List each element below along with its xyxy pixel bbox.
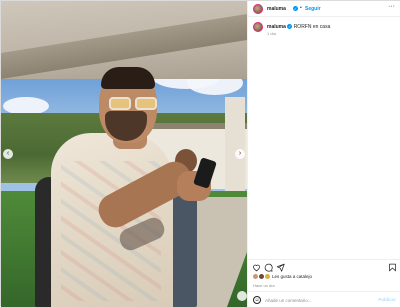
chevron-left-icon[interactable]: ‹: [3, 149, 13, 159]
comment-input[interactable]: [265, 296, 375, 304]
caption-timestamp: 1 día: [267, 31, 276, 36]
emoji-icon[interactable]: ☺: [253, 296, 261, 304]
post-timestamp: Hace un día: [253, 283, 275, 288]
caption-avatar[interactable]: [253, 22, 263, 32]
post-actions: [248, 259, 400, 273]
photo-subject-hair: [101, 67, 155, 89]
header-username[interactable]: maluma: [267, 6, 286, 12]
caption-text: RORFN en casa: [293, 24, 331, 30]
post-photo[interactable]: ‹ ›: [1, 1, 247, 307]
post-header: maluma ✓ • Seguir ···: [248, 1, 400, 17]
tag-users-icon[interactable]: [237, 291, 247, 301]
more-horizontal-icon[interactable]: ···: [388, 3, 395, 10]
photo-pillar: [225, 97, 245, 193]
follow-button[interactable]: Seguir: [305, 6, 321, 12]
comment-icon[interactable]: [264, 263, 273, 272]
caption: maluma ✓ RORFN en casa: [267, 24, 330, 30]
photo-subject-sunglasses: [109, 97, 165, 111]
comment-bar: ☺ Publicar: [248, 291, 400, 307]
post-side-panel: maluma ✓ • Seguir ··· maluma ✓ RORFN en …: [247, 1, 400, 307]
caption-username[interactable]: maluma: [267, 24, 286, 30]
verified-icon: ✓: [293, 6, 298, 11]
chevron-right-icon[interactable]: ›: [235, 149, 245, 159]
avatar[interactable]: [253, 4, 263, 14]
instagram-post-dialog: ‹ › maluma ✓ • Seguir ··· maluma ✓ RORFN…: [0, 0, 400, 307]
liker-avatar: [264, 273, 271, 280]
separator-dot: •: [300, 5, 302, 11]
share-icon[interactable]: [276, 263, 285, 272]
bookmark-icon[interactable]: [388, 263, 397, 272]
heart-icon[interactable]: [252, 263, 261, 272]
publish-button[interactable]: Publicar: [378, 297, 396, 302]
likes-text[interactable]: Les gusta a catalejo: [272, 274, 312, 279]
verified-icon: ✓: [287, 24, 293, 30]
